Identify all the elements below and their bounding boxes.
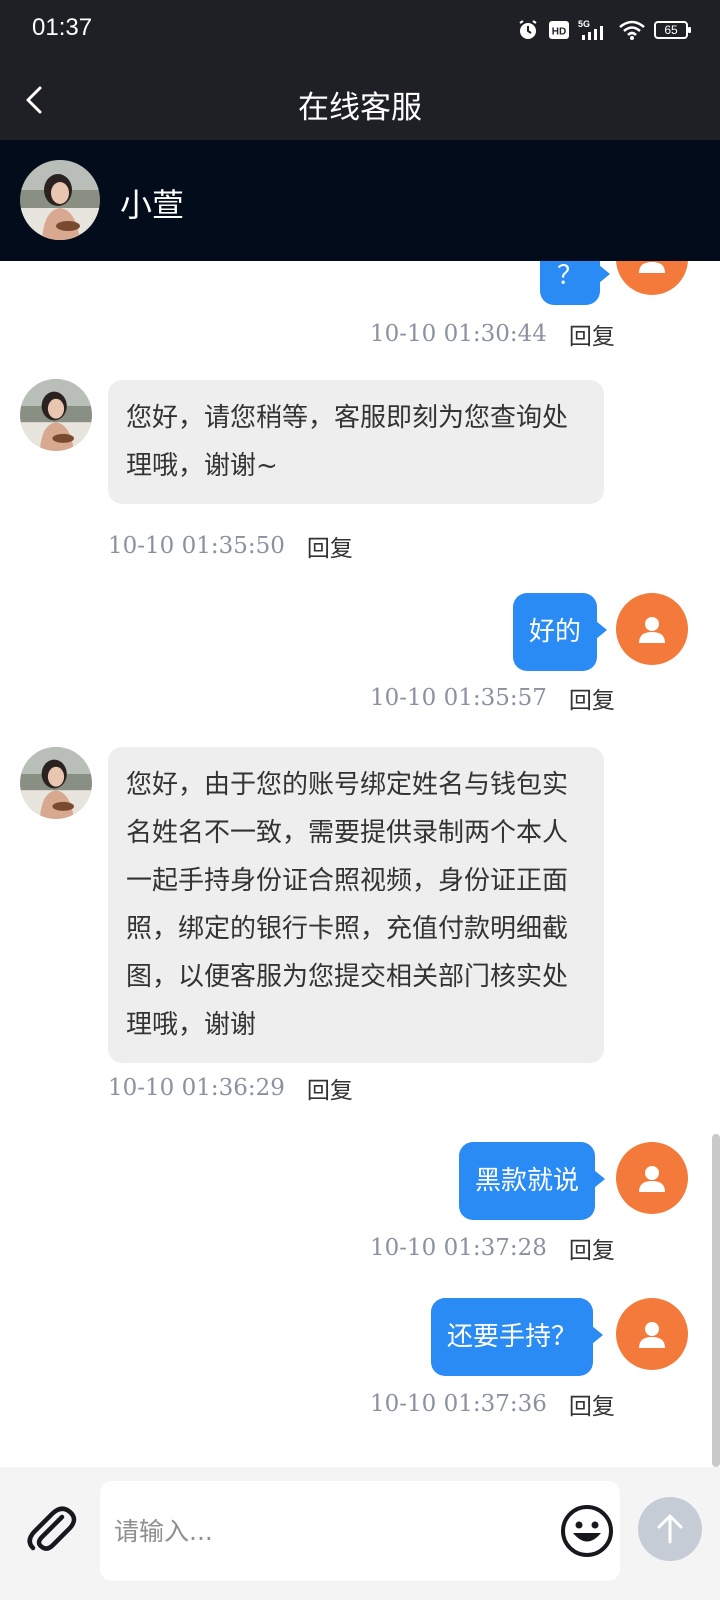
user-icon: [639, 1322, 665, 1348]
agent-header: 小萱: [0, 140, 720, 261]
reply-button[interactable]: 回复: [569, 1387, 615, 1421]
reply-button[interactable]: 回复: [569, 1231, 615, 1265]
user-icon: [639, 262, 665, 273]
emoji-button[interactable]: [560, 1504, 614, 1558]
agent-message-avatar: [20, 747, 92, 819]
message-bubble[interactable]: 您好，由于您的账号绑定姓名与钱包实名姓名不一致，需要提供录制两个本人一起手持身份…: [108, 747, 604, 1063]
smiley-icon: [561, 1505, 613, 1557]
agent-message-avatar: [20, 379, 92, 451]
message-timestamp: 10-10 01:37:36: [370, 1391, 547, 1417]
status-time: 01:37: [32, 14, 93, 41]
message-meta: 10-10 01:35:50 回复: [108, 529, 353, 563]
reply-button[interactable]: 回复: [569, 681, 615, 715]
message-item: 好的 10-10 01:35:57 回复: [0, 593, 720, 723]
message-timestamp: 10-10 01:36:29: [108, 1075, 285, 1101]
message-timestamp: 10-10 01:35:50: [108, 533, 285, 559]
signal-5g-icon: 5G: [578, 18, 610, 42]
message-input[interactable]: [100, 1481, 620, 1581]
message-meta: 10-10 01:37:28 回复: [370, 1231, 615, 1265]
nav-bar: 在线客服: [0, 60, 720, 140]
status-icons: HD 5G 65: [516, 16, 692, 44]
message-meta: 10-10 01:37:36 回复: [370, 1387, 615, 1421]
user-icon: [639, 1166, 665, 1192]
user-avatar: [616, 1142, 688, 1214]
message-item: 还要手持？ 10-10 01:37:36 回复: [0, 1298, 720, 1428]
reply-button[interactable]: 回复: [569, 317, 615, 351]
agent-name: 小萱: [120, 186, 185, 224]
reply-button[interactable]: 回复: [307, 529, 353, 563]
message-timestamp: 10-10 01:35:57: [370, 685, 547, 711]
agent-avatar[interactable]: [20, 160, 100, 240]
input-bar: [0, 1467, 720, 1600]
message-item: 您好，请您稍等，客服即刻为您查询处理哦，谢谢~ 10-10 01:35:50 回…: [0, 379, 720, 562]
paperclip-icon: [27, 1506, 77, 1551]
send-button[interactable]: [638, 1497, 702, 1561]
message-bubble[interactable]: 好的: [513, 593, 608, 671]
wifi-icon: [618, 19, 646, 41]
message-timestamp: 10-10 01:30:44: [370, 321, 547, 347]
arrow-up-icon: [657, 1514, 683, 1544]
user-icon: [639, 617, 665, 643]
message-list[interactable]: ？ 10-10 01:30:44 回复 您好，请您稍等，客服即刻为您查询处理哦，…: [0, 261, 720, 1467]
battery-icon: 65: [654, 20, 692, 40]
hd-icon: HD: [548, 19, 570, 41]
user-avatar: [616, 593, 688, 665]
message-bubble[interactable]: 还要手持？: [431, 1298, 604, 1376]
message-meta: 10-10 01:36:29 回复: [108, 1071, 353, 1105]
reply-button[interactable]: 回复: [307, 1071, 353, 1105]
svg-text:5G: 5G: [578, 19, 590, 29]
attach-button[interactable]: [22, 1501, 78, 1557]
alarm-icon: [516, 18, 540, 42]
message-item: ？ 10-10 01:30:44 回复: [0, 261, 720, 361]
battery-level: 65: [664, 23, 678, 37]
status-bar: 01:37 HD 5G 65: [0, 0, 720, 60]
user-avatar: [616, 1298, 688, 1370]
user-avatar: [616, 261, 688, 295]
message-item: 黑款就说 10-10 01:37:28 回复: [0, 1142, 720, 1272]
message-bubble[interactable]: ？: [540, 261, 610, 305]
svg-text:HD: HD: [552, 27, 566, 38]
scrollbar[interactable]: [712, 1134, 720, 1467]
message-bubble[interactable]: 黑款就说: [459, 1142, 606, 1220]
message-meta: 10-10 01:30:44 回复: [370, 317, 615, 351]
chat-screen: 01:37 HD 5G 65 在线客服 小萱 ？ 10-10 01:30:44 …: [0, 0, 720, 1600]
message-meta: 10-10 01:35:57 回复: [370, 681, 615, 715]
message-timestamp: 10-10 01:37:28: [370, 1235, 547, 1261]
message-bubble[interactable]: 您好，请您稍等，客服即刻为您查询处理哦，谢谢~: [108, 380, 604, 504]
message-item: 您好，由于您的账号绑定姓名与钱包实名姓名不一致，需要提供录制两个本人一起手持身份…: [0, 747, 720, 1107]
page-title: 在线客服: [298, 90, 422, 126]
